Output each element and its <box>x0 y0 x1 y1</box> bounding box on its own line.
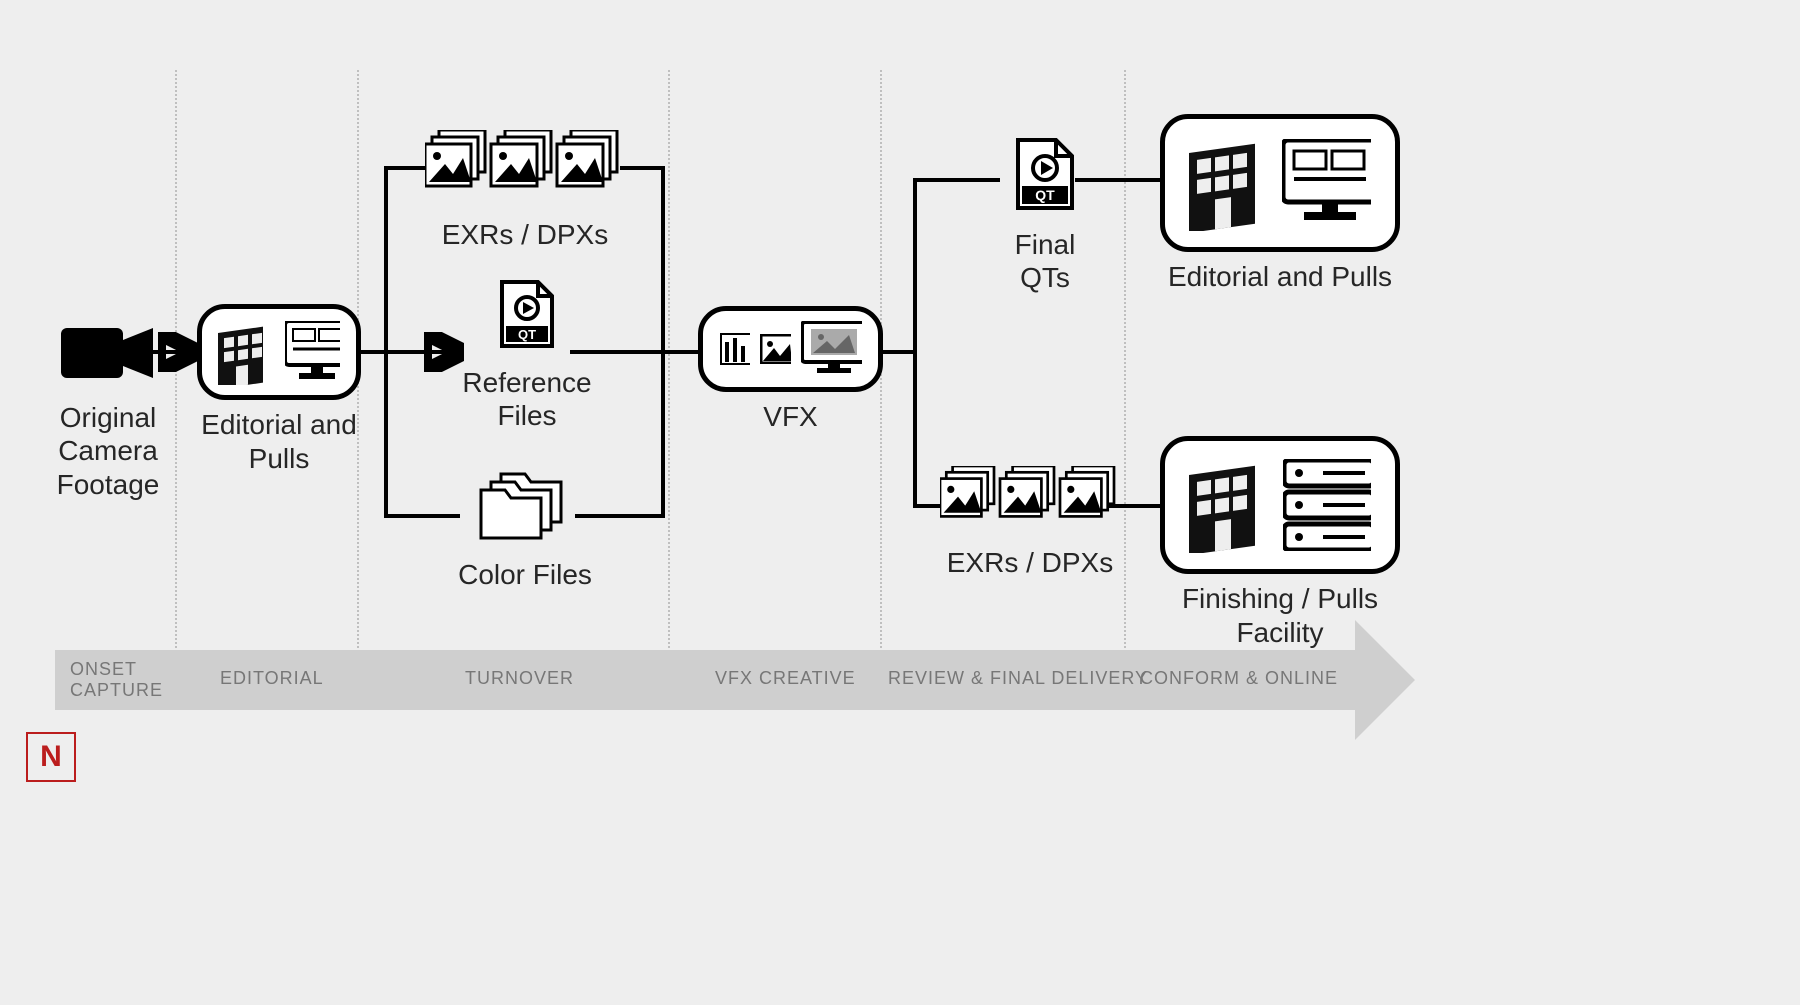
svg-text:QT: QT <box>518 327 536 342</box>
reference-label: Reference Files <box>462 366 592 433</box>
camera-label: Original Camera Footage <box>48 401 168 502</box>
exrs-label: EXRs / DPXs <box>425 218 625 252</box>
exrs2-node: EXRs / DPXs <box>935 466 1125 579</box>
vfx-node: VFX <box>698 306 883 434</box>
image-stack-icon <box>425 130 625 202</box>
monitor-icon <box>1282 139 1371 227</box>
editorial-pulls2-label: Editorial and Pulls <box>1160 260 1400 294</box>
finishing-node: Finishing / Pulls Facility <box>1160 436 1400 649</box>
editorial-pulls2-node: Editorial and Pulls <box>1160 114 1400 294</box>
phase-editorial: EDITORIAL <box>220 668 324 689</box>
divider <box>668 70 670 660</box>
phase-vfx: VFX CREATIVE <box>715 668 856 689</box>
sliders-icon <box>719 332 750 366</box>
vfx-label: VFX <box>698 400 883 434</box>
final-qts-node: QT Final QTs <box>995 138 1095 295</box>
editorial-pulls-label: Editorial and Pulls <box>197 408 361 475</box>
qt-file-icon: QT <box>1014 138 1076 212</box>
phase-onset: ONSET CAPTURE <box>70 659 180 701</box>
final-qts-label: Final QTs <box>995 228 1095 295</box>
phase-review: REVIEW & FINAL DELIVERY <box>888 668 1148 689</box>
editorial-pulls-node: Editorial and Pulls <box>197 304 361 475</box>
exrs-node: EXRs / DPXs <box>425 130 625 251</box>
building-icon <box>1189 135 1260 231</box>
color-node: Color Files <box>455 470 595 591</box>
connectors <box>0 0 1800 1005</box>
color-label: Color Files <box>455 558 595 592</box>
phase-conform: CONFORM & ONLINE <box>1140 668 1338 689</box>
qt-file-icon: QT <box>498 280 556 350</box>
server-icon <box>1283 459 1371 551</box>
netflix-logo: N <box>26 732 76 782</box>
building-icon <box>218 319 263 385</box>
monitor-icon <box>285 321 340 383</box>
exrs2-label: EXRs / DPXs <box>935 546 1125 580</box>
svg-text:QT: QT <box>1035 187 1055 203</box>
image-small-icon <box>760 334 791 364</box>
monitor-icon <box>801 321 862 377</box>
image-stack-icon <box>940 466 1120 530</box>
folder-stack-icon <box>477 470 573 542</box>
phase-turnover: TURNOVER <box>465 668 574 689</box>
reference-node: QT Reference Files <box>462 280 592 433</box>
timeline-arrowhead <box>1355 620 1415 740</box>
divider <box>175 70 177 660</box>
building-icon <box>1189 457 1261 553</box>
camera-icon <box>61 322 156 385</box>
camera-node: Original Camera Footage <box>48 322 168 501</box>
